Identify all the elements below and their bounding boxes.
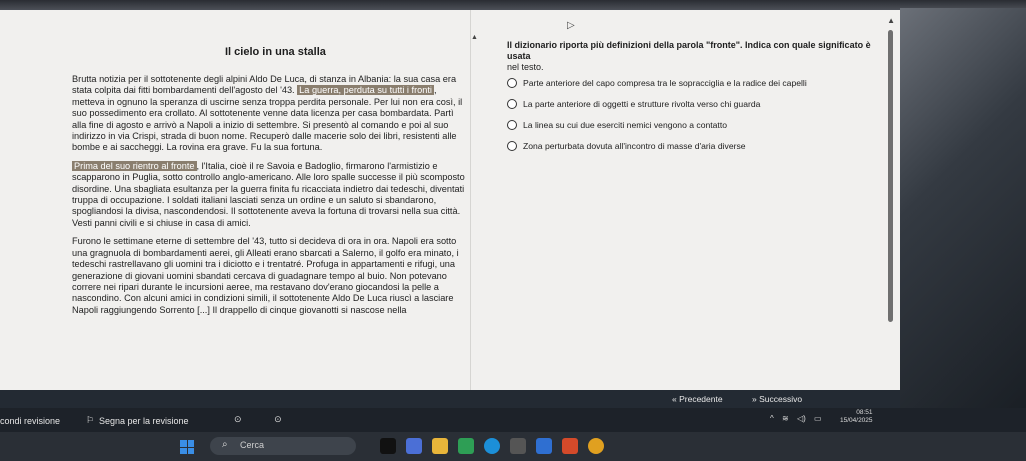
text-segment: , metteva in ognuno la speranza di uscir… [72, 85, 463, 153]
radio-button[interactable] [507, 99, 517, 109]
next-button[interactable]: » Successivo [752, 394, 802, 404]
flag-icon[interactable]: ⚐ [86, 415, 94, 426]
previous-button[interactable]: « Precedente [672, 394, 723, 404]
option-label: La linea su cui due eserciti nemici veng… [523, 120, 727, 130]
revision-label[interactable]: condi revisione [0, 416, 60, 426]
revision-bar: condi revisione ⚐ Segna per la revisione… [0, 408, 1026, 432]
folder-icon[interactable] [432, 438, 448, 454]
exam-screen: Il cielo in una stalla Brutta notizia pe… [0, 10, 900, 408]
taskbar-search[interactable]: ⌕ Cerca [210, 437, 356, 455]
radio-button[interactable] [507, 120, 517, 130]
teams-icon[interactable] [406, 438, 422, 454]
app-icon[interactable] [562, 438, 578, 454]
question-subprompt: nel testo. [507, 62, 544, 72]
scroll-up-icon[interactable]: ▲ [887, 16, 895, 25]
windows-start-icon[interactable] [180, 440, 194, 454]
paragraph-2: Prima del suo rientro al fronte, l'Itali… [72, 160, 467, 229]
answer-option-3[interactable]: La linea su cui due eserciti nemici veng… [507, 120, 887, 130]
app-icon[interactable] [510, 438, 526, 454]
wifi-icon[interactable]: ≋ [782, 414, 789, 423]
mouse-cursor-icon: ▷ [567, 20, 575, 31]
clock-time: 08:51 [856, 409, 873, 416]
monitor-edge [900, 8, 1026, 408]
clock[interactable]: 08:51 15/04/2025 [840, 409, 873, 425]
scrollbar[interactable] [888, 30, 893, 322]
circle-icon[interactable]: ⊙ [274, 414, 282, 424]
next-label: Successivo [759, 394, 803, 404]
pinned-apps [380, 438, 604, 454]
option-label: Parte anteriore del capo compresa tra le… [523, 78, 807, 88]
story-title: Il cielo in una stalla [225, 46, 326, 58]
chevron-up-icon[interactable]: ^ [770, 414, 774, 423]
answer-options: Parte anteriore del capo compresa tra le… [507, 78, 887, 162]
navigation-bar: « Precedente » Successivo [0, 390, 900, 408]
paragraph-1: Brutta notizia per il sottotenente degli… [72, 74, 467, 154]
volume-icon[interactable]: ◁) [797, 414, 806, 423]
option-label: Zona perturbata dovuta all'incontro di m… [523, 141, 746, 151]
app-icon[interactable] [458, 438, 474, 454]
radio-button[interactable] [507, 141, 517, 151]
taskbar: ⌕ Cerca [0, 432, 1026, 461]
edge-icon[interactable] [484, 438, 500, 454]
mark-for-review-button[interactable]: Segna per la revisione [99, 416, 189, 426]
highlighted-phrase: Prima del suo rientro al fronte [72, 160, 197, 171]
option-label: La parte anteriore di oggetti e struttur… [523, 99, 761, 109]
answer-option-2[interactable]: La parte anteriore di oggetti e struttur… [507, 99, 887, 109]
app-icon[interactable] [380, 438, 396, 454]
search-icon: ⌕ [222, 439, 228, 450]
radio-button[interactable] [507, 78, 517, 88]
circle-icon[interactable]: ⊙ [234, 414, 242, 424]
question-panel: ▲ ▷ Il dizionario riporta più definizion… [470, 10, 900, 408]
story-text: Brutta notizia per il sottotenente degli… [72, 74, 467, 323]
review-nav-icons: ⊙ ⊙ [234, 414, 312, 425]
answer-option-1[interactable]: Parte anteriore del capo compresa tra le… [507, 78, 887, 88]
question-text: Il dizionario riporta più definizioni de… [507, 40, 887, 73]
system-tray: ^ ≋ ◁) ▭ [770, 414, 828, 423]
previous-label: Precedente [679, 394, 723, 404]
clock-date: 15/04/2025 [840, 417, 873, 424]
collapse-arrow-icon[interactable]: ▲ [471, 34, 478, 41]
highlighted-phrase: La guerra, perduta su tutti i fronti [297, 85, 434, 96]
paragraph-3: Furono le settimane eterne di settembre … [72, 236, 459, 315]
reading-panel: Il cielo in una stalla Brutta notizia pe… [0, 10, 470, 408]
search-placeholder: Cerca [240, 440, 265, 450]
battery-icon[interactable]: ▭ [814, 414, 822, 423]
app-icon[interactable] [536, 438, 552, 454]
question-prompt: Il dizionario riporta più definizioni de… [507, 40, 871, 61]
answer-option-4[interactable]: Zona perturbata dovuta all'incontro di m… [507, 141, 887, 151]
chrome-icon[interactable] [588, 438, 604, 454]
